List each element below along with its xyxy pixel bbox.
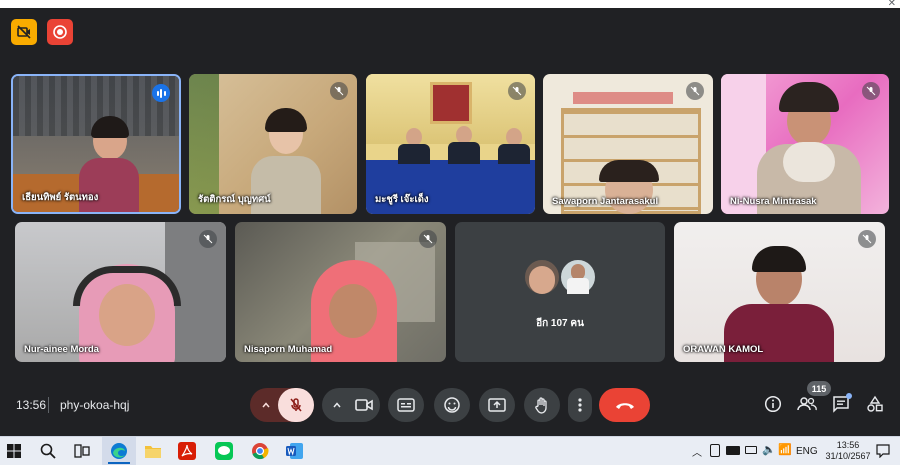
camera-control-group [322,388,380,422]
participant-count-badge: 115 [807,381,831,396]
mic-toggle-button[interactable] [278,388,314,422]
participant-tile[interactable]: รัตติกรณ์ บุญทศน์ [189,74,357,214]
others-count-label: อีก 107 คน [536,318,584,329]
mic-off-icon [330,82,348,100]
edge-browser-icon[interactable] [109,441,129,461]
mic-off-icon [508,82,526,100]
camera-toggle-button[interactable] [348,388,380,422]
reactions-button[interactable] [434,388,470,422]
meeting-code: phy-okoa-hqj [60,398,130,412]
task-view-icon[interactable] [72,441,92,461]
captions-button[interactable] [388,388,424,422]
participant-name: Nisaporn Muhamad [244,344,333,355]
audio-options-chevron-icon[interactable] [256,388,276,422]
mic-off-icon [686,82,704,100]
close-icon[interactable]: ✕ [888,0,896,9]
speaking-indicator-icon [152,84,170,102]
leave-call-button[interactable] [599,388,650,422]
info-icon [764,395,782,413]
participant-name: เธียนทิพย์ รัตนทอง [22,192,99,203]
meeting-info-button[interactable] [761,392,785,416]
video-off-indicator-icon [11,19,37,45]
chrome-icon[interactable] [250,441,270,461]
participant-name: ORAWAN KAMOL [683,344,764,355]
hand-icon [535,397,547,414]
video-options-chevron-icon[interactable] [328,388,346,422]
search-icon[interactable] [38,441,58,461]
language-indicator[interactable]: ENG [796,446,818,457]
participant-name: Nur-ainee Morda [24,344,99,355]
mic-off-icon [858,230,876,248]
participant-name: รัตติกรณ์ บุญทศน์ [198,194,271,205]
camera-icon [355,399,373,411]
participant-tile[interactable]: เธียนทิพย์ รัตนทอง [11,74,181,214]
mic-control-group [250,388,314,422]
meeting-time: 13:56 [16,398,47,412]
captions-icon [397,398,415,412]
notification-icon[interactable] [873,441,893,461]
wifi-icon[interactable]: 📶 [778,443,792,456]
present-screen-button[interactable] [479,388,515,422]
more-vert-icon [578,398,582,412]
activities-icon [867,395,883,412]
people-icon [797,397,817,411]
more-options-button[interactable] [568,388,592,422]
emoji-icon [444,397,460,413]
taskbar-clock[interactable]: 13:56 31/10/2567 [822,440,874,462]
divider [48,397,49,413]
mic-off-icon [862,82,880,100]
clock-date: 31/10/2567 [825,451,871,461]
hang-up-icon [615,403,634,409]
windows-start-icon[interactable] [4,441,24,461]
word-icon[interactable] [285,441,305,461]
display-icon[interactable] [726,446,740,455]
chat-button[interactable] [829,392,853,416]
participant-tile[interactable]: Nur-ainee Morda [15,222,226,362]
participant-tile[interactable]: Sawaporn Jantarasakul [543,74,713,214]
mic-off-icon [419,230,437,248]
device-icon[interactable] [710,444,720,457]
participant-tile[interactable]: Ni-Nusra Mintrasak [721,74,889,214]
show-hidden-icons-chevron-icon[interactable]: ︿ [692,444,702,459]
mic-off-icon [199,230,217,248]
clock-time: 13:56 [836,440,860,450]
others-tile[interactable]: อีก 107 คน [455,222,665,362]
participant-tile[interactable]: Nisaporn Muhamad [235,222,446,362]
participant-tile[interactable]: มะชูรี เจ๊ะเด็ง [366,74,535,214]
top-strip [0,0,900,8]
taskbar: ︿ 🔈 📶 ENG 13:56 31/10/2567 [0,436,900,465]
participant-name: Ni-Nusra Mintrasak [730,196,817,207]
battery-icon[interactable] [745,446,757,454]
raise-hand-button[interactable] [524,388,560,422]
participant-name: Sawaporn Jantarasakul [552,196,659,207]
volume-icon[interactable]: 🔈 [762,443,776,456]
acrobat-icon[interactable] [177,441,197,461]
file-explorer-icon[interactable] [143,441,163,461]
line-app-icon[interactable] [214,441,234,461]
chat-notification-dot [846,393,852,399]
recording-indicator-icon [47,19,73,45]
mic-off-icon [290,398,302,412]
participant-name: มะชูรี เจ๊ะเด็ง [375,194,429,205]
activities-button[interactable] [863,392,887,416]
present-icon [488,398,506,412]
participant-tile[interactable]: ORAWAN KAMOL [674,222,885,362]
